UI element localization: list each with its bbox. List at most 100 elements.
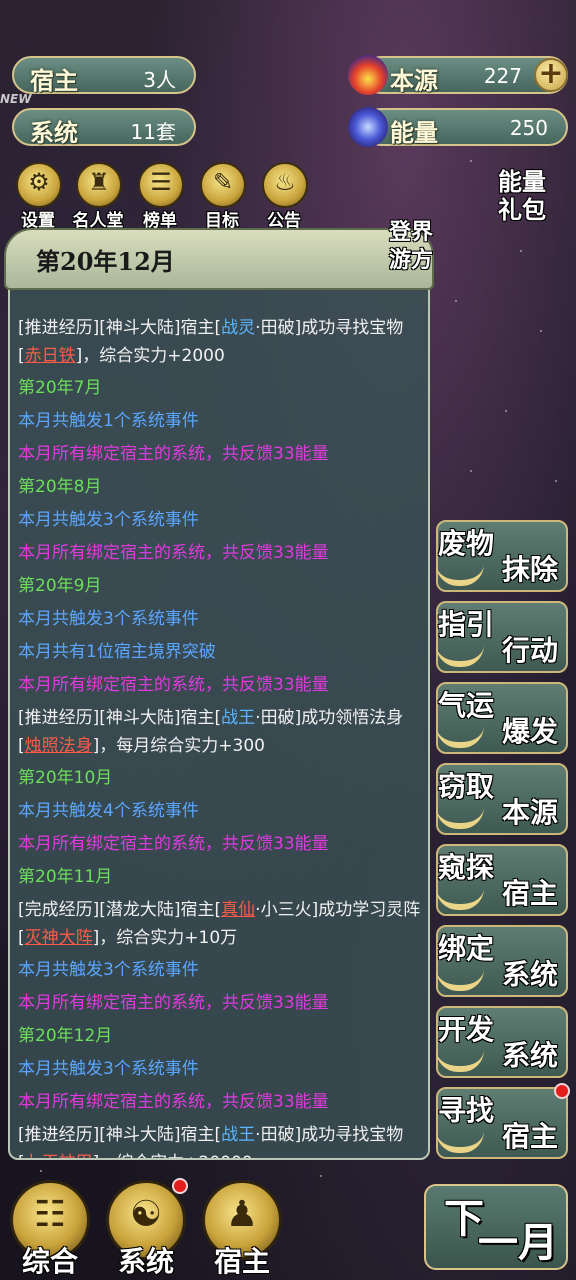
- crescent-moon-icon: [436, 888, 484, 910]
- crescent-moon-icon: [436, 1050, 484, 1072]
- log-entry: 本月所有绑定宿主的系统，共反馈33能量: [18, 438, 422, 471]
- guide-action-button[interactable]: 指引 行动: [436, 601, 568, 673]
- system-count-bar: 系统 11套: [12, 108, 196, 147]
- menu-settings[interactable]: ⚙ 设置: [6, 162, 70, 238]
- log-segment: ]，每月综合实力+300: [92, 736, 265, 756]
- steal-source-button-label-2: 本源: [501, 796, 558, 829]
- log-segment: [推进经历][神斗大陆]宿主[: [18, 1125, 222, 1145]
- host-count-bar: 宿主 3人: [12, 56, 196, 95]
- log-segment: 第20年9月: [18, 576, 102, 596]
- nav-host[interactable]: ♟ 宿主: [198, 1176, 286, 1278]
- log-entry: [推进经历][神斗大陆]宿主[战王·田破]成功寻找宝物[九天神甲]，综合实力+2…: [18, 1119, 422, 1158]
- log-segment: 本月所有绑定宿主的系统，共反馈33能量: [18, 1092, 329, 1112]
- log-entry: 本月共触发1个系统事件: [18, 405, 422, 438]
- luck-burst-button[interactable]: 气运 爆发: [436, 682, 568, 754]
- log-segment: ]，综合实力+2000: [75, 346, 225, 366]
- realm-travel-line2: 游方: [388, 247, 433, 273]
- system-count-label: 系统: [30, 118, 78, 147]
- spy-host-button[interactable]: 窥探 宿主: [436, 844, 568, 916]
- realm-travel-button[interactable]: 登界 游方: [372, 218, 450, 282]
- log-entry: 本月共有1位宿主境界突破: [18, 636, 422, 669]
- find-host-button-label-2: 宿主: [501, 1120, 558, 1153]
- current-date-title: 第20年12月: [36, 247, 175, 276]
- waste-removal-button-label-2: 抹除: [501, 553, 558, 586]
- log-segment: 第20年10月: [18, 768, 113, 788]
- log-segment[interactable]: 九天神甲: [25, 1153, 93, 1158]
- log-segment: 第20年7月: [18, 378, 102, 398]
- energy-gift-button[interactable]: 能量 礼包: [484, 168, 560, 230]
- bind-system-button-label-1: 绑定: [438, 932, 495, 965]
- menu-goal[interactable]: ✎ 目标: [190, 162, 254, 238]
- log-segment: 战王: [221, 1125, 256, 1145]
- source-value: 227: [483, 64, 522, 88]
- log-segment: [完成经历][潜龙大陆]宿主[: [18, 900, 222, 920]
- log-entry: 本月共触发3个系统事件: [18, 1053, 422, 1086]
- log-segment: 本月共有1位宿主境界突破: [18, 642, 216, 662]
- system-count-value: 11套: [130, 120, 176, 144]
- log-segment: [推进经历][神斗大陆]宿主[: [18, 318, 222, 338]
- log-entry: 第20年11月: [18, 861, 422, 894]
- energy-gift-line2: 礼包: [498, 195, 546, 224]
- guide-action-button-label-1: 指引: [438, 608, 495, 641]
- log-entry: [完成经历][潜龙大陆]宿主[真仙·小三火]成功学习灵阵[灭神大阵]，综合实力+…: [18, 894, 422, 954]
- log-entry: 本月共触发3个系统事件: [18, 954, 422, 987]
- menu-announcement[interactable]: ♨ 公告: [252, 162, 316, 238]
- log-segment: 本月所有绑定宿主的系统，共反馈33能量: [18, 993, 329, 1013]
- log-segment: 本月共触发4个系统事件: [18, 801, 199, 821]
- host-count-value: 3人: [143, 68, 176, 92]
- energy-value: 250: [509, 116, 548, 140]
- nav-system[interactable]: ☯ 系统: [102, 1176, 190, 1278]
- log-segment: 本月所有绑定宿主的系统，共反馈33能量: [18, 675, 329, 695]
- nav-system-label: 系统: [117, 1245, 174, 1278]
- menu-hall-of-fame[interactable]: ♜ 名人堂: [66, 162, 130, 238]
- log-segment[interactable]: 灭神大阵: [25, 928, 93, 948]
- log-segment: [推进经历][神斗大陆]宿主[: [18, 708, 222, 728]
- log-entry: 第20年12月: [18, 1020, 422, 1053]
- luck-burst-button-label-1: 气运: [438, 689, 495, 722]
- develop-system-button[interactable]: 开发 系统: [436, 1006, 568, 1078]
- log-entry: 第20年7月: [18, 372, 422, 405]
- log-segment: ]，综合实力+20000: [93, 1153, 253, 1158]
- log-entry: [推进经历][神斗大陆]宿主[战王·田破]成功领悟法身[烛照法身]，每月综合实力…: [18, 702, 422, 762]
- crescent-moon-icon: [436, 564, 484, 586]
- spy-host-button-label-2: 宿主: [501, 877, 558, 910]
- log-entry: 本月共触发3个系统事件: [18, 603, 422, 636]
- next-month-button[interactable]: 下 一月: [424, 1184, 568, 1270]
- log-segment: 第20年11月: [18, 867, 113, 887]
- log-segment: 本月共触发1个系统事件: [18, 411, 199, 431]
- steal-source-button-label-1: 窃取: [438, 770, 495, 803]
- log-segment: 本月共触发3个系统事件: [18, 609, 199, 629]
- log-entry: [推进经历][神斗大陆]宿主[战灵·田破]成功寻找宝物[赤日铁]，综合实力+20…: [18, 312, 422, 372]
- log-entry: 本月所有绑定宿主的系统，共反馈33能量: [18, 669, 422, 702]
- log-segment: 战王: [221, 708, 256, 728]
- waste-removal-button[interactable]: 废物 抹除: [436, 520, 568, 592]
- log-segment[interactable]: 真仙: [221, 900, 255, 920]
- log-segment: 本月所有绑定宿主的系统，共反馈33能量: [18, 834, 329, 854]
- log-segment[interactable]: 赤日铁: [25, 346, 76, 366]
- log-entry: 第20年9月: [18, 570, 422, 603]
- log-segment: 本月共触发3个系统事件: [18, 960, 199, 980]
- develop-system-button-label-2: 系统: [501, 1039, 558, 1072]
- log-segment: 本月所有绑定宿主的系统，共反馈33能量: [18, 444, 329, 464]
- nav-overview[interactable]: ☷ 综合: [6, 1176, 94, 1278]
- log-segment[interactable]: 烛照法身: [25, 736, 93, 756]
- log-segment: ]，综合实力+10万: [92, 928, 238, 948]
- waste-removal-button-label-1: 废物: [438, 527, 495, 560]
- luck-burst-button-label-2: 爆发: [501, 715, 558, 748]
- steal-source-button[interactable]: 窃取 本源: [436, 763, 568, 835]
- find-host-button[interactable]: 寻找 宿主: [436, 1083, 570, 1159]
- energy-gift-line1: 能量: [498, 167, 546, 196]
- energy-orb-icon: [348, 107, 388, 147]
- crescent-moon-icon: [436, 1131, 484, 1153]
- panel-header: 第20年12月: [4, 228, 434, 290]
- log-segment: 本月共触发3个系统事件: [18, 510, 199, 530]
- event-log-panel[interactable]: [推进经历][神斗大陆]宿主[战灵·田破]成功寻找宝物[赤日铁]，综合实力+20…: [8, 268, 430, 1160]
- event-log-list: [推进经历][神斗大陆]宿主[战灵·田破]成功寻找宝物[赤日铁]，综合实力+20…: [18, 312, 422, 1158]
- log-segment: 本月所有绑定宿主的系统，共反馈33能量: [18, 543, 329, 563]
- log-entry: 本月共触发4个系统事件: [18, 795, 422, 828]
- log-segment: 第20年8月: [18, 477, 102, 497]
- menu-ranking[interactable]: ☰ 榜单: [128, 162, 192, 238]
- add-source-button[interactable]: +: [534, 58, 568, 92]
- bind-system-button[interactable]: 绑定 系统: [436, 925, 568, 997]
- log-entry: 本月所有绑定宿主的系统，共反馈33能量: [18, 828, 422, 861]
